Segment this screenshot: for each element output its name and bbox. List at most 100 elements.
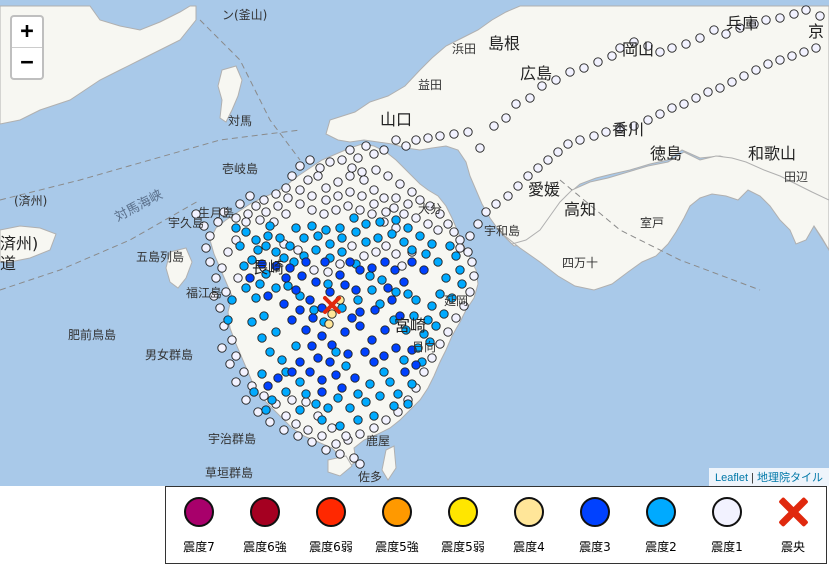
station-int1-160[interactable] <box>355 459 365 469</box>
station-int2-52[interactable] <box>375 217 385 227</box>
station-int1-122[interactable] <box>295 199 305 209</box>
station-int1-134[interactable] <box>243 209 253 219</box>
station-int3-10[interactable] <box>335 270 345 280</box>
station-int1-180[interactable] <box>601 127 611 137</box>
station-int1-154[interactable] <box>279 425 289 435</box>
station-int1-118[interactable] <box>369 199 379 209</box>
station-int1-32[interactable] <box>419 367 429 377</box>
station-int2-70[interactable] <box>353 389 363 399</box>
station-int3-60[interactable] <box>391 343 401 353</box>
station-int2-67[interactable] <box>393 389 403 399</box>
station-int1-193[interactable] <box>763 59 773 69</box>
station-int2-19[interactable] <box>427 301 437 311</box>
station-int1-120[interactable] <box>391 193 401 203</box>
station-int1-169[interactable] <box>481 207 491 217</box>
station-int1-78[interactable] <box>551 75 561 85</box>
station-int1-203[interactable] <box>359 251 369 261</box>
station-int1-102[interactable] <box>315 163 325 173</box>
station-int1-165[interactable] <box>287 395 297 405</box>
station-int2-8[interactable] <box>337 233 347 243</box>
station-int2-41[interactable] <box>255 279 265 289</box>
station-int1-36[interactable] <box>381 415 391 425</box>
station-int1-41[interactable] <box>317 431 327 441</box>
station-int1-139[interactable] <box>271 189 281 199</box>
station-int1-190[interactable] <box>727 77 737 87</box>
station-int3-51[interactable] <box>390 265 400 275</box>
station-int1-164[interactable] <box>301 397 311 407</box>
station-int1-62[interactable] <box>361 141 371 151</box>
station-int1-177[interactable] <box>563 139 573 149</box>
station-int1-161[interactable] <box>341 431 351 441</box>
station-int1-3[interactable] <box>245 191 255 201</box>
station-int1-112[interactable] <box>423 219 433 229</box>
station-int3-35[interactable] <box>307 341 317 351</box>
station-int1-124[interactable] <box>319 209 329 219</box>
station-int1-2[interactable] <box>235 199 245 209</box>
station-int3-1[interactable] <box>297 271 307 281</box>
station-int1-141[interactable] <box>251 201 261 211</box>
station-int2-12[interactable] <box>387 229 397 239</box>
station-int3-58[interactable] <box>400 367 410 377</box>
station-int1-10[interactable] <box>333 177 343 187</box>
station-int2-51[interactable] <box>361 219 371 229</box>
station-int1-81[interactable] <box>593 57 603 67</box>
station-int1-12[interactable] <box>357 167 367 177</box>
station-int1-101[interactable] <box>305 155 315 165</box>
station-int1-202[interactable] <box>371 247 381 257</box>
station-int1-170[interactable] <box>491 199 501 209</box>
station-int1-20[interactable] <box>443 219 453 229</box>
station-int2-40[interactable] <box>241 283 251 293</box>
station-int1-140[interactable] <box>261 207 271 217</box>
station-int1-186[interactable] <box>679 99 689 109</box>
zoom-out-button[interactable]: − <box>12 48 42 78</box>
station-int2-27[interactable] <box>345 403 355 413</box>
station-int3-30[interactable] <box>367 335 377 345</box>
station-int3-32[interactable] <box>370 305 380 315</box>
station-int1-128[interactable] <box>367 209 377 219</box>
station-int1-196[interactable] <box>799 47 809 57</box>
station-int1-90[interactable] <box>709 25 719 35</box>
station-int2-25[interactable] <box>375 391 385 401</box>
station-int3-38[interactable] <box>331 370 341 380</box>
station-int3-50[interactable] <box>383 283 393 293</box>
station-int3-7[interactable] <box>325 287 335 297</box>
station-int1-178[interactable] <box>575 135 585 145</box>
station-int3-31[interactable] <box>380 325 390 335</box>
station-int1-197[interactable] <box>811 43 821 53</box>
station-int2-48[interactable] <box>321 225 331 235</box>
station-int1-156[interactable] <box>307 437 317 447</box>
station-int1-125[interactable] <box>331 205 341 215</box>
station-int2-36[interactable] <box>291 341 301 351</box>
station-int1-42[interactable] <box>303 425 313 435</box>
station-int1-50[interactable] <box>227 335 237 345</box>
station-int2-82[interactable] <box>367 285 377 295</box>
station-int1-71[interactable] <box>463 127 473 137</box>
station-int1-206[interactable] <box>323 267 333 277</box>
station-int2-55[interactable] <box>415 231 425 241</box>
station-int1-158[interactable] <box>335 449 345 459</box>
station-int1-94[interactable] <box>761 15 771 25</box>
station-int2-57[interactable] <box>445 241 455 251</box>
station-int3-23[interactable] <box>279 299 289 309</box>
station-int1-157[interactable] <box>321 445 331 455</box>
station-int3-52[interactable] <box>399 277 409 287</box>
station-int3-2[interactable] <box>291 285 301 295</box>
station-int1-97[interactable] <box>801 5 811 15</box>
station-int3-45[interactable] <box>317 387 327 397</box>
station-int1-40[interactable] <box>331 439 341 449</box>
station-int1-106[interactable] <box>359 175 369 185</box>
station-int1-175[interactable] <box>543 155 553 165</box>
station-int2-13[interactable] <box>399 237 409 247</box>
station-int1-70[interactable] <box>449 129 459 139</box>
station-int1-155[interactable] <box>293 431 303 441</box>
station-int2-54[interactable] <box>403 223 413 233</box>
station-int2-76[interactable] <box>283 281 293 291</box>
station-int2-43[interactable] <box>235 241 245 251</box>
station-int3-55[interactable] <box>387 295 397 305</box>
station-int2-15[interactable] <box>421 249 431 259</box>
station-int2-11[interactable] <box>373 233 383 243</box>
station-int1-103[interactable] <box>325 157 335 167</box>
station-int2-45[interactable] <box>265 221 275 231</box>
station-int3-46[interactable] <box>337 383 347 393</box>
station-int3-11[interactable] <box>320 257 330 267</box>
